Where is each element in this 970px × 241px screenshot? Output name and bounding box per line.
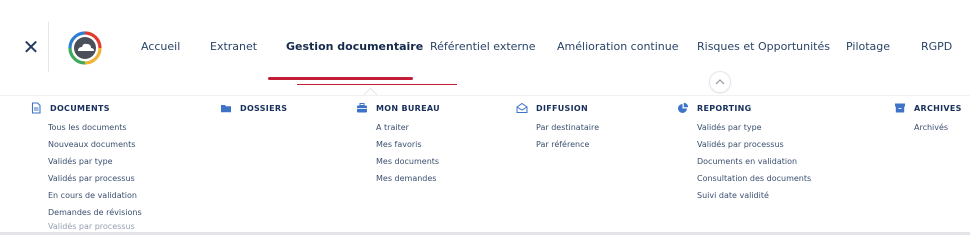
nav-gestion-documentaire[interactable]: Gestion documentaire [286, 40, 423, 53]
nav-referentiel-externe[interactable]: Référentiel externe [430, 40, 536, 53]
menu-item-par-reference[interactable]: Par référence [536, 136, 599, 153]
active-tab-indicator [268, 77, 413, 80]
menu-item-valides-par-processus[interactable]: Validés par processus [697, 136, 811, 153]
overflow-text: Validés par processus [48, 222, 135, 231]
menu-heading-label: ARCHIVES [914, 103, 962, 113]
archive-icon [895, 103, 905, 113]
chevron-up-icon [715, 79, 725, 85]
top-navigation: ✕ Accueil Extranet Gestion documentaire … [0, 0, 970, 104]
menu-item-mes-demandes[interactable]: Mes demandes [376, 170, 440, 187]
briefcase-icon [357, 103, 367, 113]
nav-accueil[interactable]: Accueil [141, 40, 180, 53]
menu-heading-label: REPORTING [697, 103, 752, 113]
menu-heading-reporting[interactable]: REPORTING [677, 101, 811, 115]
close-icon[interactable]: ✕ [21, 37, 41, 57]
menu-item-consultation-des-documents[interactable]: Consultation des documents [697, 170, 811, 187]
menu-column-archives: ARCHIVES Archivés [894, 101, 962, 136]
envelope-icon [516, 102, 528, 113]
nav-rgpd[interactable]: RGPD [921, 40, 952, 53]
menu-heading-label: DIFFUSION [536, 103, 588, 113]
menu-heading-label: DOSSIERS [240, 103, 288, 113]
separator [0, 95, 970, 96]
menu-item-demandes-de-revisions[interactable]: Demandes de révisions [48, 204, 142, 221]
divider [48, 22, 49, 72]
menu-item-suivi-date-validite[interactable]: Suivi date validité [697, 187, 811, 204]
nav-risques-opportunites[interactable]: Risques et Opportunités [697, 40, 830, 53]
menu-item-tous-les-documents[interactable]: Tous les documents [48, 119, 142, 136]
menu-column-diffusion: DIFFUSION Par destinataire Par référence [516, 101, 599, 153]
nav-pilotage[interactable]: Pilotage [846, 40, 890, 53]
document-icon [31, 102, 41, 114]
menu-heading-dossiers[interactable]: DOSSIERS [220, 101, 287, 115]
pie-chart-icon [678, 102, 689, 113]
menu-item-a-traiter[interactable]: A traiter [376, 119, 440, 136]
menu-item-valides-par-type[interactable]: Validés par type [48, 153, 142, 170]
menu-item-par-destinataire[interactable]: Par destinataire [536, 119, 599, 136]
menu-column-reporting: REPORTING Validés par type Validés par p… [677, 101, 811, 204]
menu-heading-label: MON BUREAU [376, 103, 440, 113]
menu-item-mes-documents[interactable]: Mes documents [376, 153, 440, 170]
menu-heading-documents[interactable]: DOCUMENTS [30, 101, 142, 115]
menu-column-mon-bureau: MON BUREAU A traiter Mes favoris Mes doc… [356, 101, 440, 187]
app-logo[interactable] [67, 30, 103, 66]
folder-icon [221, 105, 231, 113]
menu-column-dossiers: DOSSIERS [220, 101, 287, 115]
menu-heading-diffusion[interactable]: DIFFUSION [516, 101, 599, 115]
menu-heading-archives[interactable]: ARCHIVES [894, 101, 962, 115]
menu-item-documents-en-validation[interactable]: Documents en validation [697, 153, 811, 170]
scroll-up-button[interactable] [709, 71, 731, 93]
nav-extranet[interactable]: Extranet [210, 40, 257, 53]
menu-item-valides-par-processus[interactable]: Validés par processus [48, 170, 142, 187]
submenu-indicator [297, 84, 457, 85]
menu-item-en-cours-de-validation[interactable]: En cours de validation [48, 187, 142, 204]
menu-item-archives[interactable]: Archivés [914, 119, 962, 136]
nav-amelioration-continue[interactable]: Amélioration continue [557, 40, 679, 53]
menu-column-documents: DOCUMENTS Tous les documents Nouveaux do… [30, 101, 142, 221]
menu-item-valides-par-type[interactable]: Validés par type [697, 119, 811, 136]
menu-heading-label: DOCUMENTS [50, 103, 110, 113]
menu-bottom-border [0, 232, 970, 235]
menu-item-nouveaux-documents[interactable]: Nouveaux documents [48, 136, 142, 153]
menu-heading-mon-bureau[interactable]: MON BUREAU [356, 101, 440, 115]
menu-item-mes-favoris[interactable]: Mes favoris [376, 136, 440, 153]
